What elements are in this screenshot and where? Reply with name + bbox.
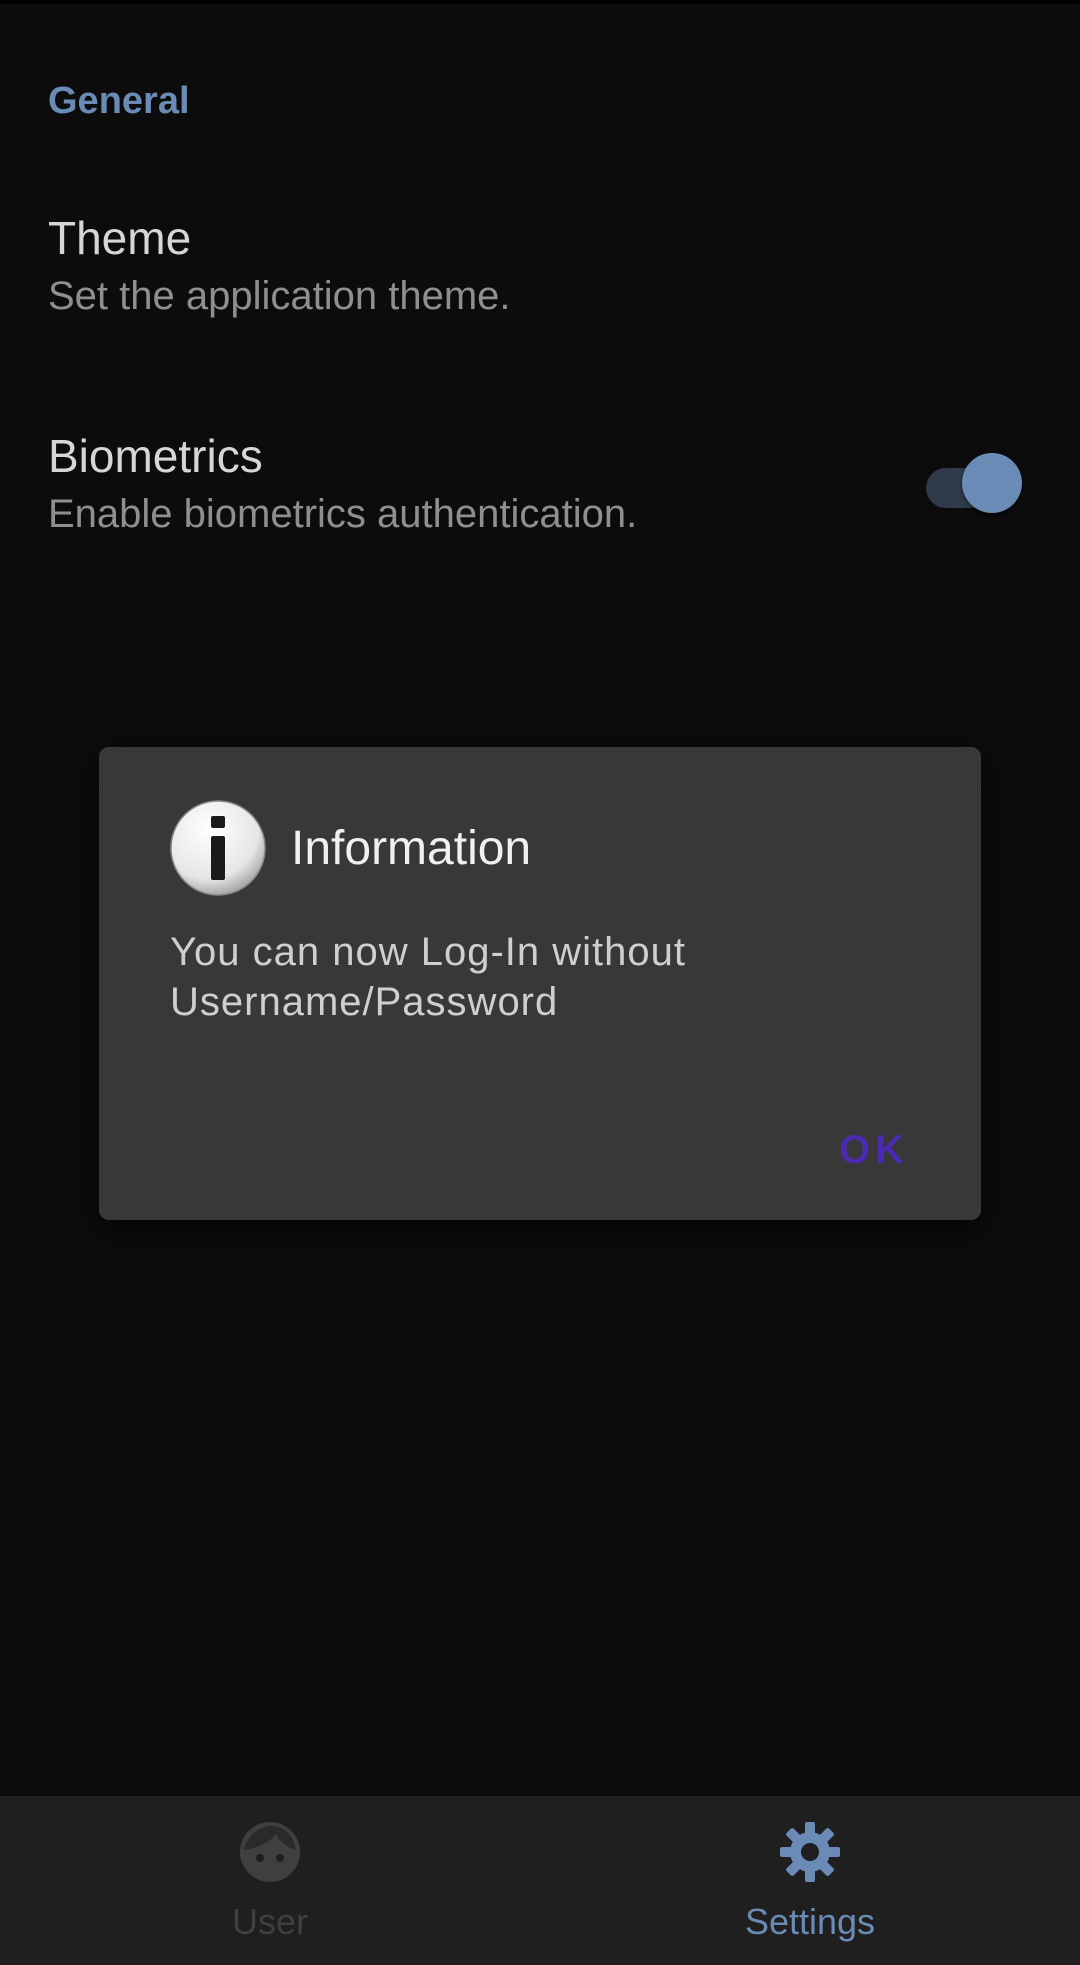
theme-preference[interactable]: Theme Set the application theme.: [48, 210, 511, 322]
dialog-message: You can now Log-In without Username/Pass…: [170, 930, 686, 1024]
toggle-thumb: [962, 453, 1022, 513]
biometrics-title: Biometrics: [48, 430, 263, 482]
bottom-navigation: User Settings: [0, 1796, 1080, 1965]
biometrics-toggle[interactable]: [924, 453, 1024, 515]
nav-item-user[interactable]: User: [0, 1796, 540, 1965]
face-icon: [240, 1822, 300, 1882]
settings-screen: General Theme Set the application theme.…: [0, 0, 1080, 1965]
nav-label-user: User: [231, 1901, 308, 1942]
dialog-title: Information: [291, 822, 532, 875]
theme-summary: Set the application theme.: [48, 274, 511, 318]
section-header-general: General: [48, 80, 190, 122]
status-bar-edge: [0, 0, 1080, 4]
nav-label-settings: Settings: [744, 1901, 876, 1942]
biometrics-summary: Enable biometrics authentication.: [48, 492, 638, 536]
info-icon: [170, 800, 266, 896]
nav-item-settings[interactable]: Settings: [540, 1796, 1080, 1965]
biometrics-preference[interactable]: Biometrics Enable biometrics authenticat…: [48, 428, 637, 540]
theme-title: Theme: [48, 212, 192, 264]
ok-button[interactable]: OK: [819, 1115, 929, 1185]
information-dialog: Information You can now Log-In without U…: [99, 747, 981, 1220]
gear-icon: [780, 1822, 840, 1882]
